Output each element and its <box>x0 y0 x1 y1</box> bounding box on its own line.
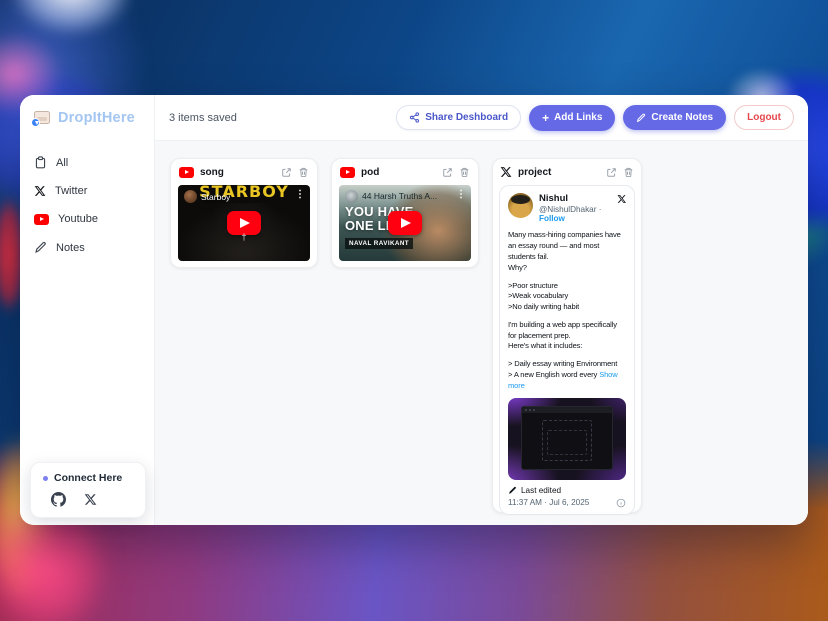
x-logo-icon[interactable] <box>617 193 626 205</box>
tweet-author-name[interactable]: Nishul <box>539 193 611 204</box>
logout-button[interactable]: Logout <box>734 105 794 130</box>
pencil-icon <box>34 241 47 254</box>
plus-icon: + <box>542 112 549 124</box>
app-window: DropItHere All Twitter Youtube <box>20 95 808 525</box>
sidebar: DropItHere All Twitter Youtube <box>20 95 155 525</box>
card-header: song <box>179 167 309 178</box>
tweet-timestamp[interactable]: 11:37 AM · Jul 6, 2025 <box>508 498 589 507</box>
sidebar-item-label: Youtube <box>58 213 98 225</box>
sidebar-item-all[interactable]: All <box>20 150 154 175</box>
top-header: 3 items saved Share Deshboard + Add Link… <box>155 95 808 141</box>
clipboard-icon <box>34 156 47 169</box>
handle-text[interactable]: @NishulDhakar <box>539 205 596 214</box>
sidebar-item-label: Twitter <box>55 185 87 197</box>
thumbnail-art-text: STARBOY <box>178 185 310 201</box>
screenshot-browser-bar <box>522 407 612 413</box>
youtube-embed-naval[interactable]: 44 Harsh Truths A... YOU HAVE ONE LIF NA… <box>339 185 471 261</box>
add-links-button[interactable]: + Add Links <box>529 105 615 131</box>
tweet-author-avatar[interactable] <box>508 193 533 218</box>
delete-icon[interactable] <box>459 167 470 178</box>
header-actions: Share Deshboard + Add Links Create Notes… <box>396 105 794 131</box>
separator-dot: · <box>599 205 602 214</box>
connect-title-row: Connect Here <box>43 472 135 484</box>
timestamp-row: 11:37 AM · Jul 6, 2025 <box>508 498 626 508</box>
tweet-paragraph: I'm building a web app specifically for … <box>508 320 626 352</box>
channel-avatar <box>184 190 197 203</box>
tweet-paragraph: >Poor structure >Weak vocabulary >No dai… <box>508 281 626 313</box>
pencil-icon <box>508 486 517 495</box>
card-tools <box>281 167 309 178</box>
sidebar-item-label: All <box>56 157 68 169</box>
bullet-dot-icon <box>43 476 48 481</box>
share-dashboard-label: Share Deshboard <box>425 112 508 123</box>
card-header: project <box>500 166 634 178</box>
last-edited-label: Last edited <box>521 486 561 495</box>
embedded-tweet: Nishul @NishulDhakar · Follow Many mass-… <box>499 185 635 515</box>
add-links-label: Add Links <box>554 112 602 123</box>
open-link-icon[interactable] <box>281 167 292 178</box>
connect-here-label: Connect Here <box>54 472 122 484</box>
sidebar-item-label: Notes <box>56 242 85 254</box>
create-notes-button[interactable]: Create Notes <box>623 105 726 130</box>
connect-social-icons <box>43 492 135 507</box>
x-logo-icon <box>34 185 46 197</box>
last-edited-row: Last edited <box>508 486 626 495</box>
card-title: project <box>518 167 551 178</box>
screenshot-browser-window <box>521 406 613 470</box>
screenshot-inner-outline <box>547 430 587 455</box>
sidebar-item-twitter[interactable]: Twitter <box>20 179 154 203</box>
speaker-name-badge: NAVAL RAVIKANT <box>345 238 413 249</box>
delete-icon[interactable] <box>298 167 309 178</box>
logout-label: Logout <box>747 112 781 123</box>
follow-link[interactable]: Follow <box>539 214 565 223</box>
sidebar-item-youtube[interactable]: Youtube <box>20 207 154 231</box>
tweet-paragraph: > Daily essay writing Environment > A ne… <box>508 359 626 391</box>
share-icon <box>409 112 420 123</box>
app-title: DropItHere <box>58 110 135 126</box>
card-tools <box>606 167 634 178</box>
saved-card-pod: pod 44 Harsh Truths A... YOU HAVE ONE LI… <box>331 158 479 268</box>
sidebar-nav: All Twitter Youtube Notes <box>20 150 154 260</box>
cross-pendant: † <box>241 232 246 242</box>
channel-avatar <box>345 190 358 203</box>
tweet-author-block: Nishul @NishulDhakar · Follow <box>539 193 611 223</box>
tweet-media-screenshot[interactable] <box>508 398 626 480</box>
open-link-icon[interactable] <box>442 167 453 178</box>
connect-here-card: Connect Here <box>30 462 146 518</box>
items-saved-status: 3 items saved <box>169 112 237 124</box>
card-tools <box>442 167 470 178</box>
main-content: song STARBOY Starboy ⋮ † <box>155 141 808 525</box>
video-title: 44 Harsh Truths A... <box>362 191 437 201</box>
tweet-author-handle: @NishulDhakar · Follow <box>539 205 611 223</box>
tweet-paragraph: Many mass-hiring companies have an essay… <box>508 230 626 273</box>
card-title: pod <box>361 167 379 178</box>
kebab-menu-icon[interactable]: ⋮ <box>456 189 466 200</box>
youtube-icon <box>34 214 49 225</box>
create-notes-label: Create Notes <box>651 112 713 123</box>
pencil-icon <box>636 113 646 123</box>
saved-card-project: project Nishul @NishulDhaka <box>492 158 642 513</box>
sidebar-item-notes[interactable]: Notes <box>20 235 154 260</box>
video-title: Starboy <box>201 192 230 202</box>
info-icon[interactable] <box>616 498 626 508</box>
youtube-icon <box>340 167 355 178</box>
delete-icon[interactable] <box>623 167 634 178</box>
tweet-body: Many mass-hiring companies have an essay… <box>508 230 626 391</box>
card-title: song <box>200 167 224 178</box>
youtube-embed-starboy[interactable]: STARBOY Starboy ⋮ † <box>178 185 310 261</box>
saved-card-song: song STARBOY Starboy ⋮ † <box>170 158 318 268</box>
x-logo-icon <box>500 166 512 178</box>
open-link-icon[interactable] <box>606 167 617 178</box>
share-dashboard-button[interactable]: Share Deshboard <box>396 105 521 130</box>
tweet-header: Nishul @NishulDhakar · Follow <box>508 193 626 223</box>
youtube-icon <box>179 167 194 178</box>
youtube-play-button[interactable] <box>388 211 422 235</box>
github-icon[interactable] <box>51 492 66 507</box>
dropithere-logo-icon <box>32 109 51 126</box>
card-header: pod <box>340 167 470 178</box>
x-logo-icon[interactable] <box>84 493 97 506</box>
brand-logo-row: DropItHere <box>20 95 154 136</box>
kebab-menu-icon[interactable]: ⋮ <box>295 189 305 200</box>
